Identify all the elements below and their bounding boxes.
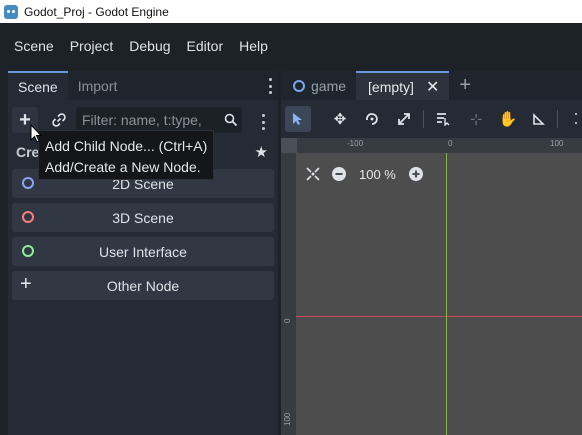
node-label: User Interface <box>99 243 187 260</box>
tooltip-line-1: Add Child Node... (Ctrl+A) <box>45 138 208 154</box>
pivot-icon: ⊹ <box>469 111 483 128</box>
scene-tab-empty[interactable]: [empty] ✕ <box>356 71 450 100</box>
create-3d-scene-button[interactable]: 3D Scene <box>12 203 274 232</box>
canvas-viewport[interactable]: -100 0 100 0 100 100 % <box>281 138 582 435</box>
menu-bar: Scene Project Debug Editor Help <box>0 23 582 68</box>
menu-help[interactable]: Help <box>231 38 276 54</box>
move-icon: ✥ <box>333 111 347 128</box>
rotate-icon <box>366 113 378 125</box>
tooltip-line-2: Add/Create a New Node. <box>45 159 201 175</box>
x-axis-line <box>296 316 582 317</box>
canvas-toolbar: ✥ ⊹ ✋ ⁚ <box>281 104 582 134</box>
node-label: 3D Scene <box>112 209 174 226</box>
hand-icon: ✋ <box>498 111 518 128</box>
pivot-button[interactable]: ⊹ <box>463 106 489 132</box>
dock-tab-bar: Scene Import <box>8 71 278 100</box>
canvas-editor: game [empty] ✕ + ✥ ⊹ ✋ ⁚ -100 0 100 0 10… <box>281 71 582 435</box>
menu-scene[interactable]: Scene <box>6 38 62 54</box>
ruler-mode-button[interactable] <box>526 106 552 132</box>
node3d-icon <box>22 211 34 223</box>
scene-tab-bar: game [empty] ✕ + <box>281 71 582 100</box>
filter-placeholder: Filter: name, t:type, <box>82 112 202 128</box>
ruler-icon <box>533 113 545 125</box>
move-mode-button[interactable]: ✥ <box>327 106 353 132</box>
ruler-tick-label: 100 <box>283 412 292 426</box>
create-other-node-button[interactable]: + Other Node <box>12 271 274 300</box>
scene-tab-game[interactable]: game <box>281 71 356 100</box>
add-scene-tab-button[interactable]: + <box>449 71 471 100</box>
favorite-star-icon[interactable]: ★ <box>255 143 268 161</box>
scale-icon <box>398 113 410 125</box>
horizontal-ruler: -100 0 100 <box>297 138 582 153</box>
y-axis-line <box>446 153 447 435</box>
ruler-tick-label: -100 <box>347 139 364 148</box>
control-node-icon <box>22 245 34 257</box>
tab-scene[interactable]: Scene <box>8 71 68 100</box>
window-title: Godot_Proj - Godot Engine <box>24 4 169 19</box>
add-child-node-tooltip: Add Child Node... (Ctrl+A) Add/Create a … <box>38 130 214 180</box>
zoom-out-icon[interactable] <box>329 164 349 184</box>
scene-dock: Scene Import + Filter: name, t:type, Cre… <box>8 71 278 435</box>
scene-options-icon[interactable] <box>250 109 276 135</box>
node-label: Other Node <box>106 277 180 294</box>
snap-options-button[interactable]: ⁚ <box>563 106 582 132</box>
list-selectable-button[interactable] <box>430 106 456 132</box>
create-root-label: Cre <box>16 144 40 160</box>
zoom-level[interactable]: 100 % <box>359 167 396 182</box>
snap-icon: ⁚ <box>573 111 579 128</box>
rotate-mode-button[interactable] <box>359 106 385 132</box>
menu-debug[interactable]: Debug <box>121 38 178 54</box>
scene-tab-label: [empty] <box>368 78 414 95</box>
vertical-ruler: 0 100 <box>281 153 296 435</box>
search-icon <box>220 113 242 127</box>
scale-mode-button[interactable] <box>391 106 417 132</box>
list-select-icon <box>437 113 450 126</box>
menu-editor[interactable]: Editor <box>179 38 232 54</box>
plus-icon: + <box>459 74 472 96</box>
create-user-interface-button[interactable]: User Interface <box>12 237 274 266</box>
dock-menu-icon[interactable] <box>268 78 272 94</box>
select-cursor-icon <box>293 113 302 125</box>
plus-icon: + <box>20 273 32 295</box>
zoom-in-icon[interactable] <box>406 164 426 184</box>
menu-project[interactable]: Project <box>62 38 122 54</box>
zoom-controls: 100 % <box>303 164 426 184</box>
ruler-tick-label: 100 <box>550 139 564 148</box>
close-tab-icon[interactable]: ✕ <box>426 77 439 97</box>
center-view-icon[interactable] <box>303 164 323 184</box>
ruler-corner <box>281 138 297 153</box>
window-titlebar: Godot_Proj - Godot Engine <box>0 0 582 23</box>
tab-import[interactable]: Import <box>68 71 128 100</box>
pan-mode-button[interactable]: ✋ <box>495 106 521 132</box>
node2d-scene-icon <box>293 79 305 92</box>
select-mode-button[interactable] <box>285 106 311 132</box>
node2d-icon <box>22 177 34 189</box>
ruler-tick-label: 0 <box>283 318 292 323</box>
mouse-cursor-icon <box>30 124 43 143</box>
ruler-tick-label: 0 <box>448 139 453 148</box>
scene-tab-label: game <box>311 77 347 94</box>
link-icon <box>52 113 66 127</box>
godot-logo-icon <box>4 4 18 19</box>
